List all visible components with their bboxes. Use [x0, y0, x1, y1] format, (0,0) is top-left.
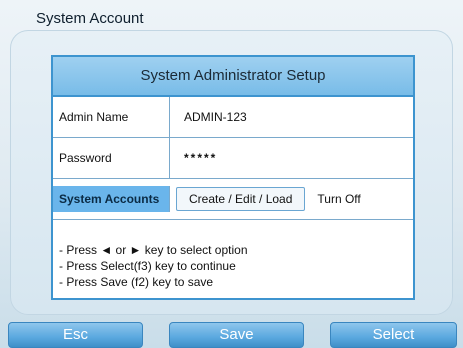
system-accounts-label[interactable]: System Accounts	[53, 186, 170, 212]
help-line: - Press ◄ or ► key to select option	[59, 243, 248, 257]
help-line: - Press Save (f2) key to save	[59, 275, 214, 289]
turn-off-option[interactable]: Turn Off	[317, 192, 360, 206]
create-edit-load-button[interactable]: Create / Edit / Load	[176, 187, 306, 211]
password-value[interactable]: *****	[170, 151, 217, 165]
admin-name-value[interactable]: ADMIN-123	[170, 110, 247, 124]
password-row[interactable]: Password *****	[53, 138, 413, 179]
select-button[interactable]: Select	[330, 322, 457, 348]
footer-bar: Esc Save Select	[0, 318, 463, 348]
admin-setup-dialog: System Administrator Setup Admin Name AD…	[51, 55, 415, 300]
help-text: - Press ◄ or ► key to select option - Pr…	[59, 242, 248, 290]
esc-button[interactable]: Esc	[8, 322, 143, 348]
save-button[interactable]: Save	[169, 322, 304, 348]
system-accounts-row[interactable]: System Accounts Create / Edit / Load Tur…	[53, 179, 413, 220]
admin-name-label: Admin Name	[53, 97, 170, 137]
dialog-title: System Administrator Setup	[53, 57, 413, 97]
help-line: - Press Select(f3) key to continue	[59, 259, 236, 273]
window-title: System Account	[36, 10, 144, 27]
admin-name-row[interactable]: Admin Name ADMIN-123	[53, 97, 413, 138]
password-label: Password	[53, 138, 170, 178]
